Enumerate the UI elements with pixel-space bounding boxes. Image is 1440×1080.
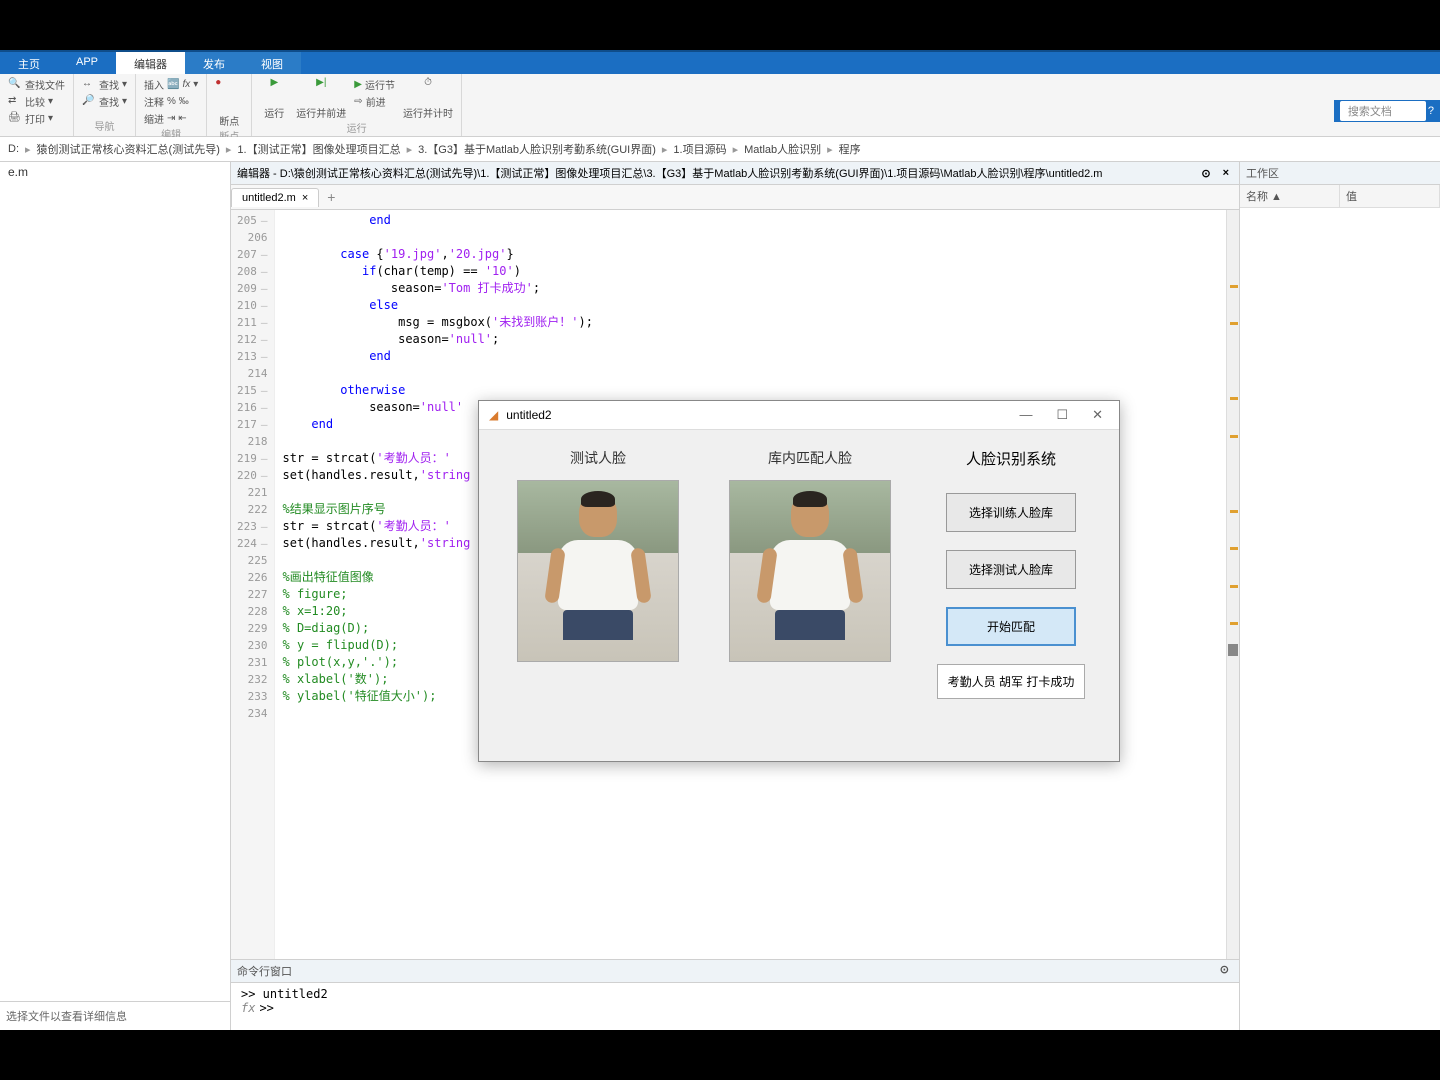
tab-close-icon[interactable]: ×: [302, 192, 308, 204]
help-icon[interactable]: ?: [1428, 105, 1434, 117]
select-train-button[interactable]: 选择训练人脸库: [946, 493, 1076, 532]
command-window[interactable]: >> untitled2 fx>>: [231, 983, 1239, 1019]
tab-view[interactable]: 视图: [243, 52, 301, 74]
tab-home[interactable]: 主页: [0, 52, 58, 74]
cmd-title: 命令行窗口: [237, 963, 292, 979]
compare-button[interactable]: ⇄比较 ▾: [8, 94, 65, 109]
ws-col-name[interactable]: 名称 ▲: [1240, 185, 1340, 207]
code-minimap[interactable]: [1226, 210, 1239, 959]
file-item[interactable]: e.m: [0, 162, 230, 182]
workspace-title: 工作区: [1240, 162, 1440, 185]
titlebar-controls: 搜索文档 ?: [1334, 100, 1440, 122]
run-advance-icon[interactable]: ▶|: [307, 77, 335, 105]
line-gutter: 205– 206 207– 208– 209– 210– 211– 212– 2…: [231, 210, 275, 959]
file-details-hint: 选择文件以查看详细信息: [0, 1001, 230, 1030]
editor-close-icon[interactable]: ×: [1219, 167, 1233, 180]
breakpoint-icon[interactable]: ●: [215, 77, 243, 105]
editor-path: 编辑器 - D:\猿创测试正常核心资料汇总(测试先导)\1.【测试正常】图像处理…: [237, 165, 1102, 181]
find-file-button[interactable]: 🔍查找文件: [8, 77, 65, 92]
run-time-icon[interactable]: ⏱: [414, 77, 442, 105]
start-match-button[interactable]: 开始匹配: [946, 607, 1076, 646]
ws-col-value[interactable]: 值: [1340, 185, 1440, 207]
advance-button[interactable]: ⇨前进: [354, 94, 395, 109]
figure-window: ◢ untitled2 — ☐ ✕ 测试人脸 库内匹配人脸: [478, 400, 1120, 762]
run-icon[interactable]: ▶: [260, 77, 288, 105]
system-title: 人脸识别系统: [966, 448, 1056, 469]
close-button[interactable]: ✕: [1086, 407, 1109, 423]
find-button[interactable]: 🔎查找 ▾: [82, 94, 127, 109]
compare-icon: ⇄: [8, 95, 22, 109]
goto-button[interactable]: ↔查找 ▾: [82, 77, 127, 92]
dock-icon[interactable]: ⊙: [1197, 167, 1214, 180]
arrow-icon: ↔: [82, 78, 96, 92]
breadcrumb[interactable]: D:▸ 猿创测试正常核心资料汇总(测试先导)▸ 1.【测试正常】图像处理项目汇总…: [0, 137, 1440, 162]
new-tab-button[interactable]: +: [319, 187, 343, 207]
find-icon: 🔍: [8, 78, 22, 92]
match-face-label: 库内匹配人脸: [719, 448, 901, 468]
run-section-button[interactable]: ▶运行节: [354, 77, 395, 92]
result-text: 考勤人员 胡军 打卡成功: [937, 664, 1086, 699]
print-icon: 🖨: [8, 112, 22, 126]
insert-button[interactable]: 插入 🔤 fx ▾: [144, 77, 198, 92]
tab-publish[interactable]: 发布: [185, 52, 243, 74]
match-face-image: [729, 480, 891, 662]
matlab-logo-icon: ◢: [489, 408, 498, 422]
file-tab[interactable]: untitled2.m×: [231, 188, 319, 207]
tab-app[interactable]: APP: [58, 52, 116, 74]
run-group-label: 运行: [260, 120, 453, 135]
doc-search[interactable]: 搜索文档: [1340, 101, 1426, 121]
select-test-button[interactable]: 选择测试人脸库: [946, 550, 1076, 589]
test-face-label: 测试人脸: [507, 448, 689, 468]
comment-button[interactable]: 注释 % ‰: [144, 94, 198, 109]
test-face-image: [517, 480, 679, 662]
search-icon: 🔎: [82, 95, 96, 109]
current-folder-panel: e.m 选择文件以查看详细信息: [0, 162, 231, 1030]
maximize-button[interactable]: ☐: [1050, 407, 1074, 423]
nav-group-label: 导航: [82, 118, 127, 133]
cmd-dock-icon[interactable]: ⊙: [1216, 963, 1233, 979]
tab-editor[interactable]: 编辑器: [116, 52, 185, 74]
figure-title: untitled2: [506, 408, 551, 422]
minimize-button[interactable]: —: [1013, 407, 1038, 423]
print-button[interactable]: 🖨打印 ▾: [8, 111, 65, 126]
indent-button[interactable]: 缩进 ⇥ ⇤: [144, 111, 198, 126]
